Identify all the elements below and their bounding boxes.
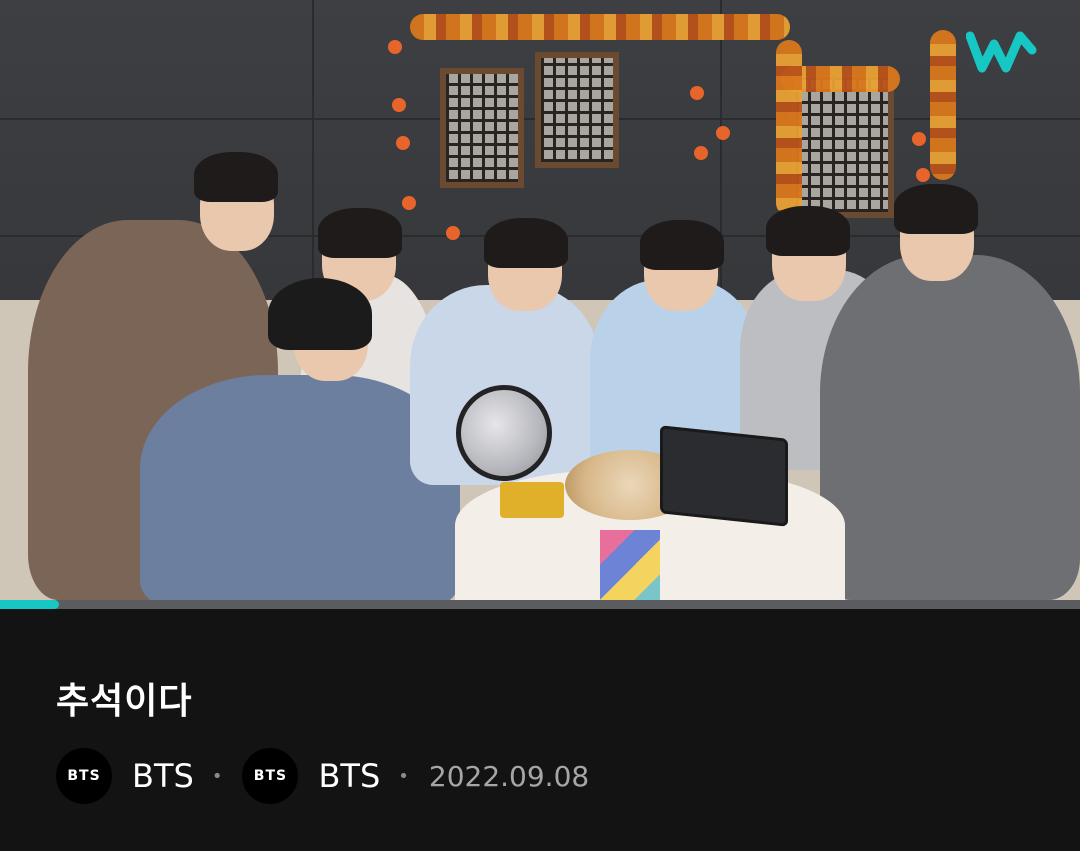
artist-name[interactable]: BTS <box>318 757 380 795</box>
persimmon-decoration <box>912 132 926 146</box>
separator-dot: • <box>211 765 223 787</box>
persimmon-decoration <box>694 146 708 160</box>
person-1-hair <box>194 152 278 202</box>
separator-dot: • <box>398 765 409 787</box>
artist-name[interactable]: BTS <box>132 757 194 795</box>
patchwork-cloth <box>600 530 660 609</box>
autumn-leaf-garland <box>776 40 802 216</box>
persimmon-decoration <box>396 136 410 150</box>
artist-avatar[interactable]: BTS <box>242 748 299 804</box>
person-7-hair <box>894 184 978 234</box>
lattice-window <box>535 52 619 168</box>
autumn-leaf-garland <box>410 14 790 40</box>
person-4-hair <box>484 218 568 268</box>
person-3-beanie <box>268 278 372 350</box>
person-7 <box>820 255 1080 600</box>
post-meta: BTS BTS • BTS BTS • 2022.09.08 <box>56 748 589 804</box>
person-2-hair <box>318 208 402 258</box>
post-date: 2022.09.08 <box>428 759 590 793</box>
person-5-hair <box>640 220 724 270</box>
persimmon-decoration <box>446 226 460 240</box>
wall-panel-line <box>312 0 314 300</box>
persimmon-decoration <box>388 40 402 54</box>
tablet-device <box>660 425 788 527</box>
persimmon-decoration <box>716 126 730 140</box>
person-6-hair <box>766 206 850 256</box>
persimmon-decoration <box>402 196 416 210</box>
persimmon-decoration <box>392 98 406 112</box>
persimmon-decoration <box>690 86 704 100</box>
gift-box <box>500 482 564 518</box>
progress-bar-fill <box>0 600 60 609</box>
weverse-w-logo-icon <box>966 31 1037 73</box>
moon-lamp <box>456 385 552 481</box>
progress-bar-track[interactable] <box>0 600 1080 609</box>
lattice-window <box>440 68 524 188</box>
artist-avatar[interactable]: BTS <box>56 748 112 804</box>
lattice-window <box>790 70 894 218</box>
video-player[interactable] <box>0 0 1080 609</box>
persimmon-decoration <box>916 168 930 182</box>
autumn-leaf-garland <box>930 30 956 180</box>
post-title: 추석이다 <box>56 681 193 722</box>
